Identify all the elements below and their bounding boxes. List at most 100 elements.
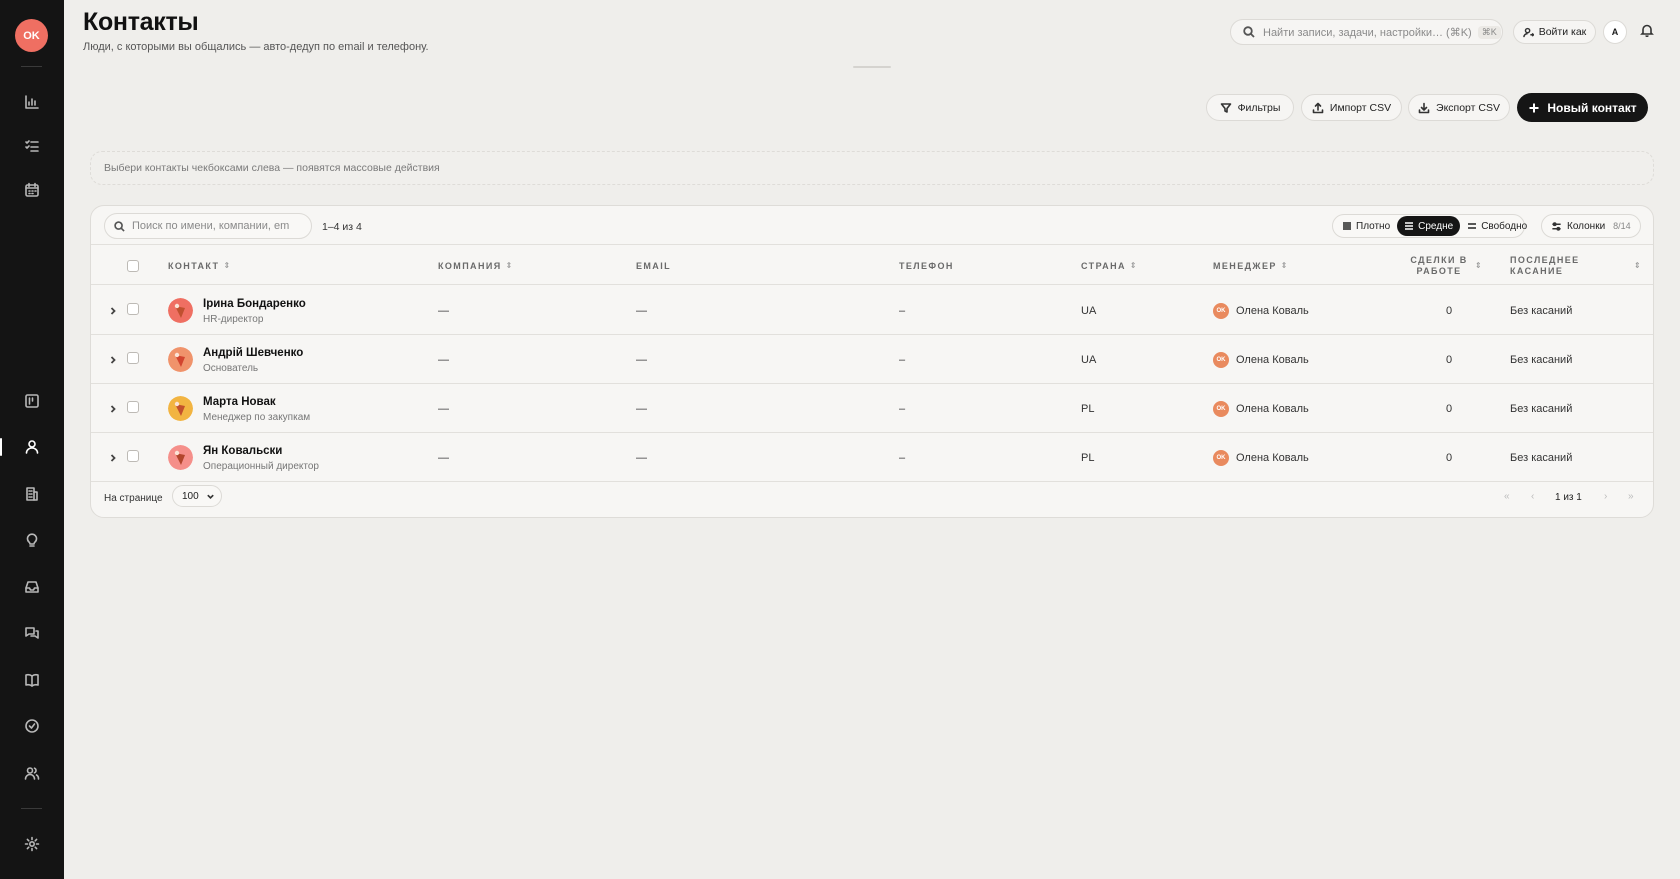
calendar-icon[interactable]	[20, 178, 44, 202]
download-icon	[1418, 102, 1430, 113]
global-search-placeholder: Найти записи, задачи, настройки… (⌘K)	[1263, 26, 1472, 39]
manager-cell: OK Олена Коваль	[1213, 335, 1309, 384]
columns-button[interactable]: Колонки 8/14	[1541, 214, 1641, 238]
page-indicator: 1 из 1	[1555, 492, 1582, 503]
density-loose[interactable]: Свободно	[1460, 216, 1534, 236]
expand-row-icon[interactable]	[108, 303, 120, 317]
tasks-icon[interactable]	[20, 134, 44, 158]
row-checkbox[interactable]	[127, 303, 139, 315]
table-row[interactable]: Марта Новак Менеджер по закупкам — — – PL OK Ол…	[91, 384, 1653, 433]
country-cell: UA	[1081, 304, 1097, 317]
email-cell: —	[636, 402, 647, 415]
import-csv-button[interactable]: Импорт CSV	[1301, 94, 1402, 121]
inbox-icon[interactable]	[20, 575, 44, 599]
global-search-input[interactable]: Найти записи, задачи, настройки… (⌘K) ⌘K	[1230, 19, 1503, 45]
email-cell: —	[636, 451, 647, 464]
manager-avatar: OK	[1213, 449, 1229, 466]
contact-name[interactable]: Ірина Бондаренко	[203, 298, 306, 310]
density-loose-label: Свободно	[1481, 220, 1528, 232]
export-csv-button[interactable]: Экспорт CSV	[1408, 94, 1510, 121]
contact-role: Менеджер по закупкам	[203, 412, 311, 423]
col-manager-label: МЕНЕДЖЕР	[1213, 260, 1277, 271]
sort-icon: ⇕	[1129, 261, 1137, 270]
contact-name[interactable]: Ян Ковальски	[203, 445, 282, 457]
contacts-table-panel: Поиск по имени, компании, em 1–4 из 4 Пл…	[90, 205, 1654, 518]
per-page-select[interactable]: 100	[172, 485, 222, 507]
export-csv-label: Экспорт CSV	[1436, 101, 1500, 114]
col-country[interactable]: СТРАНА ⇕	[1081, 245, 1137, 286]
login-as-button[interactable]: Войти как	[1513, 20, 1596, 44]
search-icon	[1243, 26, 1255, 38]
col-company[interactable]: КОМПАНИЯ ⇕	[438, 245, 512, 286]
search-icon	[114, 220, 125, 232]
columns-label: Колонки	[1567, 220, 1606, 232]
chart-icon[interactable]	[20, 90, 44, 114]
density-compact[interactable]: Плотно	[1335, 216, 1397, 236]
density-toggle: Плотно Средне Свободно	[1332, 214, 1527, 238]
knowledge-icon[interactable]	[20, 668, 44, 692]
expand-row-icon[interactable]	[108, 450, 120, 464]
page-subtitle: Люди, с которыми вы общались — авто-деду…	[83, 41, 429, 53]
table-search-input[interactable]: Поиск по имени, компании, em	[104, 213, 312, 239]
sidebar-divider	[21, 66, 42, 67]
first-page-button[interactable]: «	[1504, 491, 1510, 502]
contacts-icon[interactable]	[20, 435, 44, 459]
table-header: КОНТАКТ ⇕ КОМПАНИЯ ⇕ EMAIL ТЕЛЕФОН СТРАНА ⇕…	[91, 244, 1653, 286]
email-cell: —	[636, 304, 647, 317]
contact-role: Операционный директор	[203, 461, 319, 472]
chats-icon[interactable]	[20, 621, 44, 645]
done-icon[interactable]	[20, 714, 44, 738]
contact-name[interactable]: Марта Новак	[203, 396, 276, 408]
notifications-button[interactable]	[1640, 23, 1658, 41]
col-contact[interactable]: КОНТАКТ ⇕	[168, 245, 230, 286]
row-checkbox[interactable]	[127, 401, 139, 413]
user-avatar[interactable]: OK	[15, 19, 48, 52]
col-company-label: КОМПАНИЯ	[438, 260, 502, 271]
col-last-touch-label: ПОСЛЕДНЕЕ КАСАНИЕ	[1510, 254, 1580, 276]
col-manager[interactable]: МЕНЕДЖЕР ⇕	[1213, 245, 1287, 286]
filters-label: Фильтры	[1237, 101, 1281, 114]
expand-row-icon[interactable]	[108, 401, 120, 415]
country-cell: PL	[1081, 451, 1095, 464]
settings-icon[interactable]	[20, 832, 44, 856]
manager-cell: OK Олена Коваль	[1213, 286, 1309, 335]
team-icon[interactable]	[20, 761, 44, 785]
prev-page-button[interactable]: ‹	[1531, 491, 1534, 502]
density-medium[interactable]: Средне	[1397, 216, 1461, 236]
companies-icon[interactable]	[20, 482, 44, 506]
import-csv-label: Импорт CSV	[1329, 101, 1392, 114]
select-all-checkbox[interactable]	[127, 245, 139, 286]
expand-row-icon[interactable]	[108, 352, 120, 366]
row-checkbox[interactable]	[127, 352, 139, 364]
row-checkbox[interactable]	[127, 450, 139, 462]
board-icon[interactable]	[20, 389, 44, 413]
next-page-button[interactable]: ›	[1604, 491, 1607, 502]
col-deals[interactable]: СДЕЛКИ В РАБОТЕ ⇕	[1407, 245, 1487, 286]
country-cell: PL	[1081, 402, 1095, 415]
table-row[interactable]: Андрій Шевченко Основатель — — – UA OK Олена Ко…	[91, 335, 1653, 384]
deals-cell: 0	[1446, 353, 1453, 366]
table-row[interactable]: Ян Ковальски Операционный директор — — – PL OK…	[91, 433, 1653, 482]
deals-cell: 0	[1446, 304, 1453, 317]
manager-avatar: OK	[1213, 400, 1229, 417]
new-contact-button[interactable]: Новый контакт	[1517, 93, 1648, 122]
results-range: 1–4 из 4	[322, 221, 362, 233]
contact-name[interactable]: Андрій Шевченко	[203, 347, 303, 359]
user-switch-icon	[1522, 27, 1534, 37]
manager-cell: OK Олена Коваль	[1213, 433, 1309, 482]
lines-loose-icon	[1468, 223, 1477, 229]
contact-avatar	[168, 445, 193, 470]
manager-name: Олена Коваль	[1236, 304, 1309, 317]
col-last-touch[interactable]: ПОСЛЕДНЕЕ КАСАНИЕ ⇕	[1510, 245, 1646, 286]
last-touch-cell: Без касаний	[1510, 304, 1573, 317]
loading-indicator	[853, 66, 891, 68]
lines-dense-icon	[1343, 222, 1351, 230]
table-row[interactable]: Ірина Бондаренко HR-директор — — – UA OK Олена …	[91, 286, 1653, 335]
user-menu-avatar[interactable]: A	[1603, 20, 1627, 44]
filters-button[interactable]: Фильтры	[1206, 94, 1294, 121]
new-contact-label: Новый контакт	[1547, 100, 1637, 115]
contact-avatar	[168, 396, 193, 421]
last-page-button[interactable]: »	[1628, 491, 1634, 502]
ideas-icon[interactable]	[20, 528, 44, 552]
plus-icon	[1529, 103, 1539, 112]
